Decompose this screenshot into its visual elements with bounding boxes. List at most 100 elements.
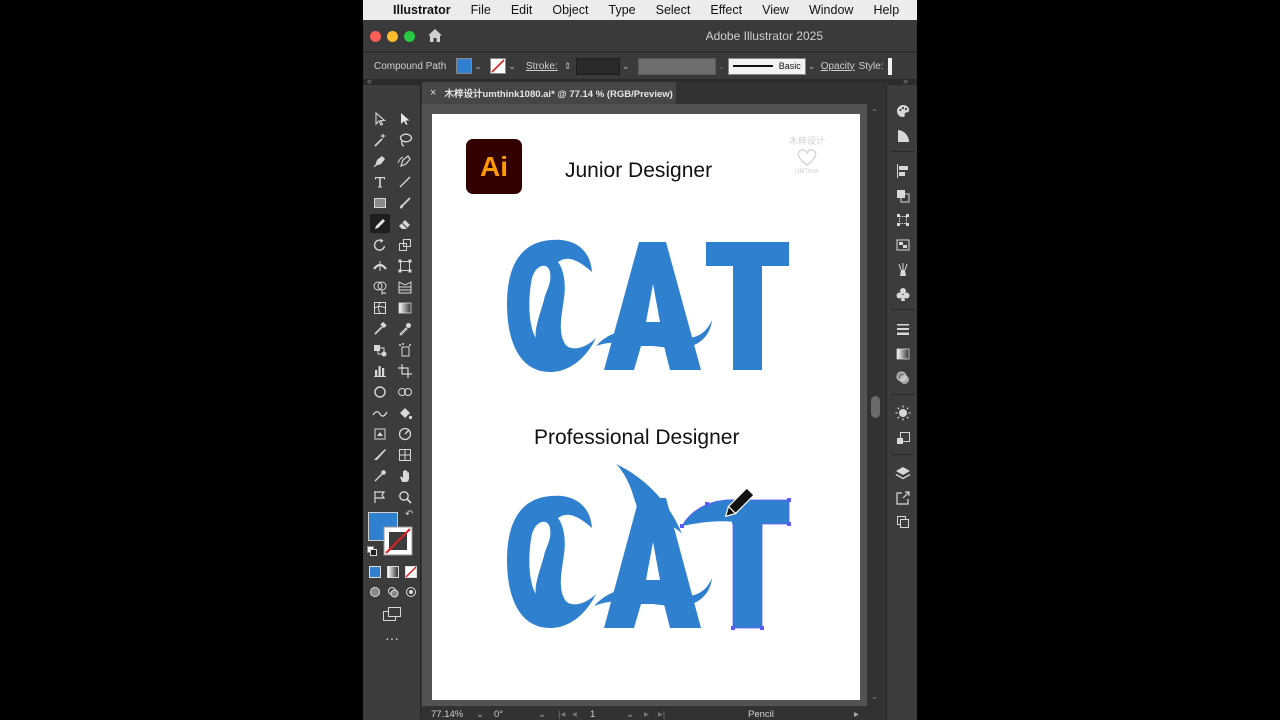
scroll-up-icon[interactable]: ⌃ [871,108,878,117]
stroke-swatch-dropdown-icon[interactable]: ⌄ [506,58,518,74]
image-trace-button[interactable] [894,236,911,253]
zoom-level[interactable]: 77.14% [431,709,463,720]
minimize-window-button[interactable] [387,31,398,42]
rotate-tool[interactable] [370,235,390,254]
menu-help[interactable]: Help [873,3,899,17]
cat-logo-junior[interactable] [506,238,792,376]
line-segment-tool[interactable] [395,172,415,191]
stroke-color-swatch[interactable] [383,526,413,556]
scale-tool[interactable] [395,235,415,254]
fill-dropdown-icon[interactable]: ⌄ [472,58,484,74]
gradient-mode-button[interactable] [387,566,399,578]
ellipse-tool[interactable] [370,382,390,401]
artboard[interactable]: Ai Junior Designer 木梓设计 UMThink Professi… [432,114,860,700]
color-palette-button[interactable] [894,102,911,119]
lasso-tool[interactable] [395,130,415,149]
anchor-point[interactable] [731,626,735,630]
anchor-point[interactable] [787,522,791,526]
anchor-point[interactable] [760,626,764,630]
eyedropper-2-tool[interactable] [370,466,390,485]
live-paint-tool[interactable] [395,403,415,422]
draw-inside-icon[interactable] [405,586,417,598]
menu-object[interactable]: Object [552,3,588,17]
align-panel-button[interactable] [894,162,911,179]
vertical-scrollbar[interactable]: ⌃ ⌄ [867,104,883,706]
color-mode-button[interactable] [369,566,381,578]
symbols-panel-button[interactable] [894,285,911,302]
crop-image-tool[interactable] [370,424,390,443]
variable-width-profile[interactable] [637,57,716,75]
stroke-label[interactable]: Stroke: [526,61,558,72]
cat-logo-professional[interactable] [506,464,796,634]
menu-window[interactable]: Window [809,3,853,17]
none-mode-button[interactable] [405,566,417,578]
graphic-style-swatch[interactable] [887,57,892,75]
gradient-tool[interactable] [395,298,415,317]
curvature-tool[interactable] [395,151,415,170]
close-tab-icon[interactable]: × [430,87,436,99]
anchor-point[interactable] [705,502,709,506]
paintbrush-tool[interactable] [395,193,415,212]
artboard-dropdown-icon[interactable]: ⌄ [626,709,634,720]
zoom-dropdown-icon[interactable]: ⌄ [476,709,484,720]
swap-fill-stroke-icon[interactable]: ↶ [405,510,415,520]
eyedropper-tool[interactable] [370,319,390,338]
artboards-panel-button[interactable] [894,513,911,530]
rotation-dropdown-icon[interactable]: ⌄ [538,709,546,720]
menu-type[interactable]: Type [609,3,636,17]
close-window-button[interactable] [370,31,381,42]
perspective-grid-tool[interactable] [395,277,415,296]
brushes-panel-button[interactable] [894,261,911,278]
selection-tool[interactable] [370,109,390,128]
gradient-panel-button[interactable] [894,345,911,362]
magic-wand-tool[interactable] [370,130,390,149]
mesh-tool[interactable] [370,298,390,317]
print-tiling-tool[interactable] [370,487,390,506]
graphic-styles-button[interactable] [894,429,911,446]
anchor-point[interactable] [680,524,684,528]
default-fill-stroke-icon[interactable] [367,546,377,556]
brush-definition[interactable]: Basic [727,57,806,75]
column-graph-tool[interactable] [370,361,390,380]
width-tool[interactable] [370,256,390,275]
opacity-label[interactable]: Opacity [821,61,855,72]
layers-panel-button[interactable] [894,464,911,481]
measure-tool[interactable] [395,319,415,338]
shape-builder-tool[interactable] [370,277,390,296]
direct-selection-tool[interactable] [395,109,415,128]
status-menu-icon[interactable]: ▸ [854,709,859,720]
stroke-weight-field[interactable] [575,57,620,75]
stroke-none-swatch-icon[interactable] [490,58,506,74]
brush-dropdown-icon[interactable]: ⌄ [806,58,818,74]
stroke-weight-stepper-icon[interactable]: ⇕ [562,58,574,74]
pen-tool[interactable] [370,151,390,170]
draw-behind-icon[interactable] [387,586,399,598]
canvas-area[interactable]: Ai Junior Designer 木梓设计 UMThink Professi… [422,104,873,706]
menu-view[interactable]: View [762,3,789,17]
menu-edit[interactable]: Edit [511,3,533,17]
draw-normal-icon[interactable] [369,586,381,598]
menu-file[interactable]: File [471,3,491,17]
rotation-value[interactable]: 0° [494,709,503,720]
pathfinder-panel-button[interactable] [894,187,911,204]
hand-tool[interactable] [395,466,415,485]
blend-tool[interactable] [370,340,390,359]
slice-tool[interactable] [370,445,390,464]
symbol-sprayer-tool[interactable] [395,340,415,359]
slice-selection-tool[interactable] [395,445,415,464]
previous-artboard-icon[interactable]: ◂ [572,709,577,720]
smooth-tool[interactable] [370,403,390,422]
type-tool[interactable] [370,172,390,191]
transform-panel-button[interactable] [894,211,911,228]
menu-effect[interactable]: Effect [710,3,742,17]
more-tools-icon[interactable]: ··· [383,631,401,645]
last-artboard-icon[interactable]: ▸| [658,709,665,720]
zoom-tool[interactable] [395,487,415,506]
free-transform-tool[interactable] [395,256,415,275]
appearance-panel-button[interactable] [894,404,911,421]
next-artboard-icon[interactable]: ▸ [644,709,649,720]
color-guide-button[interactable] [894,127,911,144]
scroll-thumb[interactable] [871,396,880,418]
menu-select[interactable]: Select [656,3,691,17]
home-icon[interactable] [427,28,443,43]
